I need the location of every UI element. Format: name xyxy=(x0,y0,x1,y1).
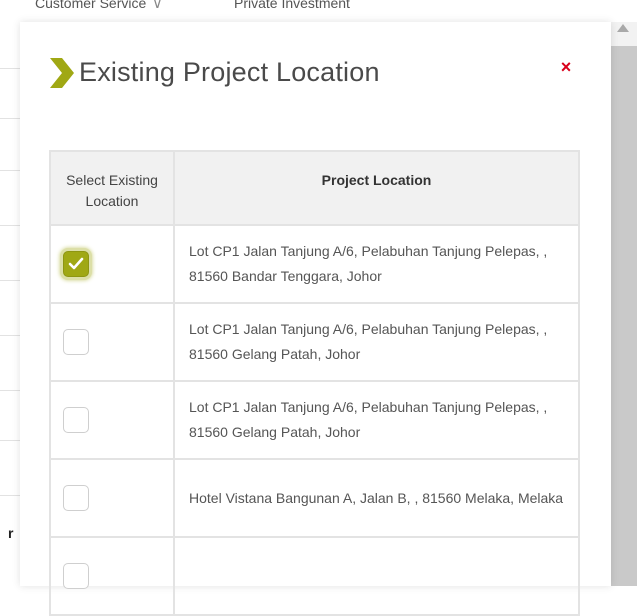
header-project-location: Project Location xyxy=(173,150,580,226)
close-icon[interactable]: × xyxy=(559,58,573,76)
divider xyxy=(0,68,20,69)
location-cell: Lot CP1 Jalan Tanjung A/6, Pelabuhan Tan… xyxy=(173,224,580,304)
top-nav: Customer Service ∨ Private Investment xyxy=(0,0,637,14)
location-cell: Lot CP1 Jalan Tanjung A/6, Pelabuhan Tan… xyxy=(173,380,580,460)
existing-location-modal: Existing Project Location × Select Exist… xyxy=(20,22,611,616)
select-cell xyxy=(49,380,175,460)
header-select-existing-location: Select Existing Location xyxy=(49,150,175,226)
select-cell xyxy=(49,458,175,538)
modal-title: Existing Project Location xyxy=(79,57,380,87)
row-checkbox-checked[interactable] xyxy=(63,251,89,277)
nav-tab-customer-service[interactable]: Customer Service ∨ xyxy=(35,0,163,12)
scrollbar-thumb[interactable] xyxy=(611,46,637,586)
background-partial-text: r xyxy=(8,525,14,541)
row-checkbox[interactable] xyxy=(63,485,89,511)
row-checkbox[interactable] xyxy=(63,407,89,433)
divider xyxy=(0,390,20,391)
divider xyxy=(0,118,20,119)
scroll-up-arrow-icon[interactable] xyxy=(617,24,629,32)
table-row[interactable]: Lot CP1 Jalan Tanjung A/6, Pelabuhan Tan… xyxy=(49,224,580,304)
row-checkbox[interactable] xyxy=(63,329,89,355)
location-cell xyxy=(173,536,580,616)
location-cell: Hotel Vistana Bangunan A, Jalan B, , 815… xyxy=(173,458,580,538)
divider xyxy=(0,440,20,441)
chevron-down-icon: ∨ xyxy=(152,0,163,11)
divider xyxy=(0,225,20,226)
table-row[interactable]: Lot CP1 Jalan Tanjung A/6, Pelabuhan Tan… xyxy=(49,302,580,382)
select-cell xyxy=(49,536,175,616)
divider xyxy=(0,170,20,171)
table-row[interactable] xyxy=(49,536,580,616)
table-header-row: Select Existing Location Project Locatio… xyxy=(49,150,580,226)
locations-table: Select Existing Location Project Locatio… xyxy=(49,150,580,616)
location-cell: Lot CP1 Jalan Tanjung A/6, Pelabuhan Tan… xyxy=(173,302,580,382)
divider xyxy=(0,495,20,496)
modal-header: Existing Project Location × xyxy=(20,22,611,132)
divider xyxy=(0,280,20,281)
nav-tab-private-investment[interactable]: Private Investment xyxy=(234,0,350,11)
locations-table-container: Select Existing Location Project Locatio… xyxy=(49,150,580,616)
select-cell xyxy=(49,224,175,304)
checkmark-icon xyxy=(68,257,84,270)
table-row[interactable]: Hotel Vistana Bangunan A, Jalan B, , 815… xyxy=(49,458,580,538)
nav-tab-label: Customer Service xyxy=(35,0,147,11)
table-row[interactable]: Lot CP1 Jalan Tanjung A/6, Pelabuhan Tan… xyxy=(49,380,580,460)
row-checkbox[interactable] xyxy=(63,563,89,589)
divider xyxy=(0,335,20,336)
select-cell xyxy=(49,302,175,382)
